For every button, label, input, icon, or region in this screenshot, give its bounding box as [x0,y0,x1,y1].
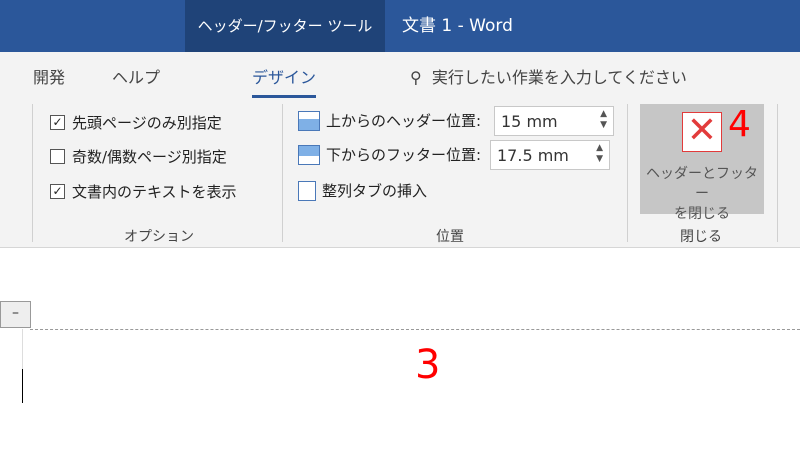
header-tag: – [0,301,31,328]
divider [777,104,778,242]
header-boundary-line [30,329,800,330]
label-text: 下からのフッター位置: [326,146,482,164]
option-label: 奇数/偶数ページ別指定 [72,148,227,166]
search-placeholder: 実行したい作業を入力してください [431,68,687,87]
option-label: 先頭ページのみ別指定 [72,114,222,132]
checkbox-show-document-text[interactable]: ✓ 文書内のテキストを表示 [50,181,237,202]
document-title: 文書 1 - Word [402,16,513,36]
divider [32,104,33,242]
ribbon: 開発 ヘルプ デザイン ⚲ 実行したい作業を入力してください ✓ 先頭ページのみ別… [0,52,800,248]
close-header-footer-button[interactable]: ✕ 4 ヘッダーとフッターを閉じる [640,104,764,222]
group-label-close: 閉じる [680,229,722,245]
context-tab-header-footer-tools: ヘッダー/フッター ツール [185,0,385,52]
tab-design[interactable]: デザイン [252,64,317,98]
footer-position-icon [298,144,320,165]
header-position-icon [298,110,320,131]
header-position-spinner[interactable]: 15 mm ▲ ▼ [494,106,614,136]
annotation-3: 3 [415,342,441,388]
checkbox-unchecked-icon [50,149,65,164]
close-x-icon: ✕ [682,112,722,152]
group-label-position: 位置 [436,229,464,245]
tell-me-search[interactable]: ⚲ 実行したい作業を入力してください [410,64,687,88]
checkbox-checked-icon: ✓ [50,184,65,199]
annotation-4: 4 [728,104,751,145]
label-text: 上からのヘッダー位置: [326,112,482,130]
divider [282,104,283,242]
checkbox-different-first-page[interactable]: ✓ 先頭ページのみ別指定 [50,112,222,133]
spinner-value: 15 mm [501,112,558,131]
spinner-value: 17.5 mm [497,146,569,165]
spin-arrows-icon[interactable]: ▲ ▼ [596,143,603,165]
label-line: ヘッダーとフッター [646,166,758,202]
header-position-label: 上からのヘッダー位置: [298,110,481,131]
document-page[interactable]: – 3 [0,249,800,452]
divider [627,104,628,242]
group-label-options: オプション [124,229,194,245]
checkbox-odd-even-pages[interactable]: 奇数/偶数ページ別指定 [50,146,227,167]
option-label: 文書内のテキストを表示 [72,183,237,201]
insert-alignment-tab-button[interactable]: 整列タブの挿入 [298,180,427,201]
label-text: 整列タブの挿入 [322,182,428,200]
title-bar: ヘッダー/フッター ツール 文書 1 - Word [0,0,800,52]
footer-position-label: 下からのフッター位置: [298,144,481,165]
alignment-tab-icon [298,180,316,201]
search-icon: ⚲ [410,68,422,87]
text-cursor [22,369,23,403]
tab-developer[interactable]: 開発 [33,64,65,88]
checkbox-checked-icon: ✓ [50,115,65,130]
label-line: を閉じる [674,206,730,222]
tab-help[interactable]: ヘルプ [112,64,160,88]
footer-position-spinner[interactable]: 17.5 mm ▲ ▼ [490,140,610,170]
spin-arrows-icon[interactable]: ▲ ▼ [600,109,607,131]
close-button-label: ヘッダーとフッターを閉じる [640,164,764,224]
